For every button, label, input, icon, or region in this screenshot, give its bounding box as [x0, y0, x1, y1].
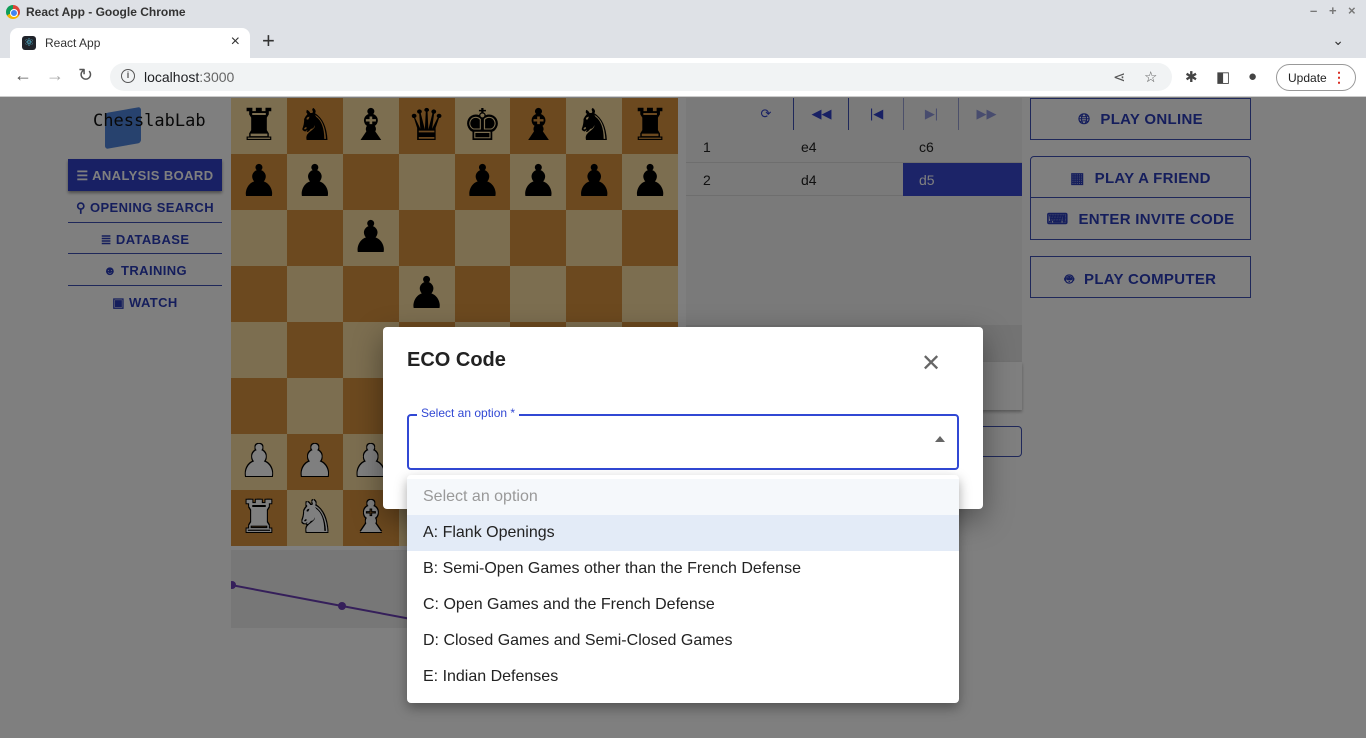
site-info-icon[interactable]: i: [121, 69, 135, 83]
share-icon[interactable]: ⋖: [1113, 68, 1126, 86]
update-button[interactable]: Update ⋮: [1276, 64, 1356, 91]
eco-options-menu: Select an option A: Flank Openings B: Se…: [407, 475, 959, 703]
option-b[interactable]: B: Semi-Open Games other than the French…: [407, 551, 959, 587]
bookmark-star-icon[interactable]: ☆: [1144, 68, 1157, 86]
extensions-icon[interactable]: ✱: [1185, 68, 1198, 86]
maximize-icon[interactable]: +: [1329, 3, 1337, 18]
tab-search-chevron-icon[interactable]: ⌄: [1332, 32, 1344, 49]
url-host: localhost: [144, 69, 200, 85]
menu-dots-icon: ⋮: [1332, 69, 1346, 85]
close-icon[interactable]: ✕: [921, 349, 941, 377]
back-icon[interactable]: ←: [14, 65, 32, 86]
update-label: Update: [1288, 71, 1327, 85]
close-window-icon[interactable]: ×: [1348, 3, 1356, 18]
option-a[interactable]: A: Flank Openings: [407, 515, 959, 551]
tab-close-icon[interactable]: ×: [231, 33, 240, 51]
option-c[interactable]: C: Open Games and the French Defense: [407, 587, 959, 623]
option-e[interactable]: E: Indian Defenses: [407, 659, 959, 695]
address-bar[interactable]: i localhost:3000 ⋖ ☆: [110, 63, 1172, 91]
caret-up-icon[interactable]: [935, 436, 945, 442]
tab-title: React App: [45, 36, 101, 50]
option-d[interactable]: D: Closed Games and Semi-Closed Games: [407, 623, 959, 659]
minimize-icon[interactable]: –: [1310, 3, 1317, 18]
forward-icon[interactable]: →: [46, 65, 64, 86]
browser-tab[interactable]: ⚛ React App ×: [10, 28, 250, 58]
dialog-title: ECO Code: [407, 349, 506, 371]
side-panel-icon[interactable]: ◧: [1216, 68, 1230, 86]
window-title: React App - Google Chrome: [26, 5, 186, 19]
react-favicon-icon: ⚛: [22, 36, 36, 50]
window-title-bar: React App - Google Chrome – + ×: [0, 0, 1366, 24]
browser-toolbar: ← → ↻ i localhost:3000 ⋖ ☆ ✱ ◧ ● Update ⋮: [0, 58, 1366, 97]
url-port: :3000: [199, 69, 235, 85]
option-placeholder[interactable]: Select an option: [407, 479, 959, 515]
chrome-logo-icon: [6, 5, 20, 19]
tab-strip: ⚛ React App × + ⌄: [0, 24, 1366, 58]
select-label: Select an option *: [417, 406, 520, 420]
profile-icon[interactable]: ●: [1248, 68, 1257, 85]
eco-select[interactable]: Select an option *: [407, 406, 959, 470]
reload-icon[interactable]: ↻: [78, 65, 93, 86]
new-tab-icon[interactable]: +: [262, 28, 275, 54]
